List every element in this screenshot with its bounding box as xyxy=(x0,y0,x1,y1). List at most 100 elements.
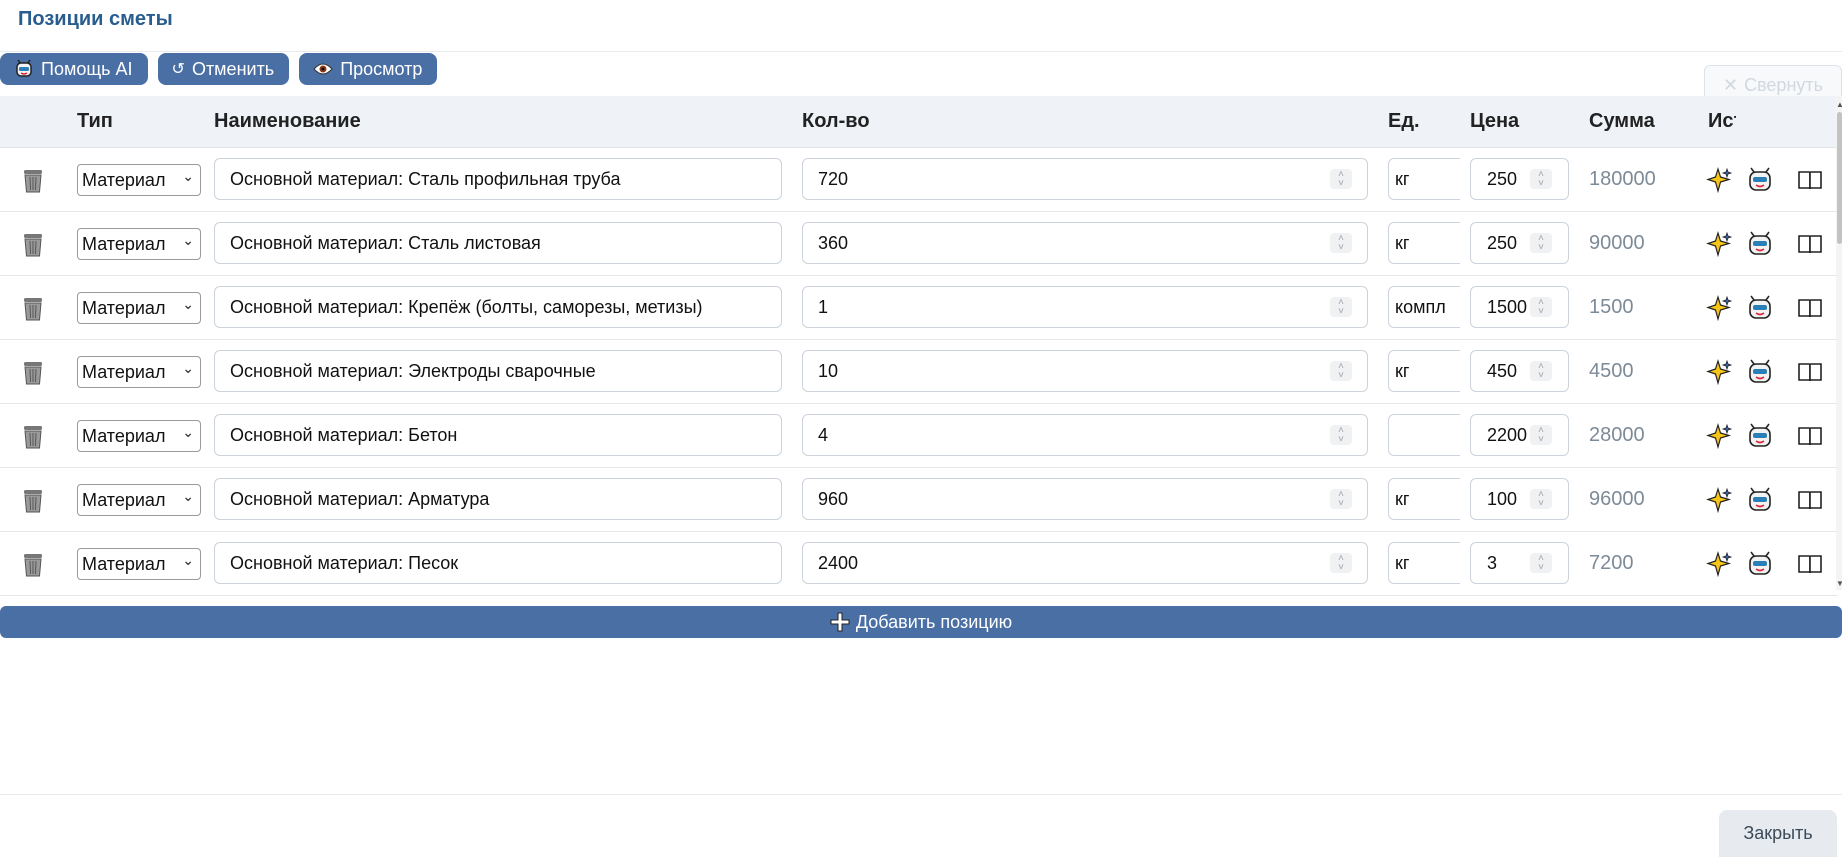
robot-icon[interactable] xyxy=(1746,358,1774,386)
qty-spinner[interactable]: ˄ ˅ xyxy=(1330,297,1352,317)
ai-help-button[interactable]: Помощь AI xyxy=(0,53,148,85)
trash-icon[interactable] xyxy=(21,232,45,258)
title-divider xyxy=(0,51,1842,52)
robot-icon[interactable] xyxy=(1746,422,1774,450)
chevron-down-icon: ⌄ xyxy=(182,488,194,504)
name-input[interactable]: Основной материал: Электроды сварочные xyxy=(214,350,782,392)
collapse-label: Свернуть xyxy=(1744,74,1824,95)
unit-input[interactable]: кг xyxy=(1388,222,1460,264)
chevron-down-icon: ⌄ xyxy=(182,232,194,248)
name-input[interactable]: Основной материал: Сталь профильная труб… xyxy=(214,158,782,200)
qty-spinner[interactable]: ˄ ˅ xyxy=(1330,169,1352,189)
price-input[interactable]: 2200 xyxy=(1470,414,1569,456)
robot-icon[interactable] xyxy=(1746,294,1774,322)
price-spinner[interactable]: ˄ ˅ xyxy=(1530,169,1552,189)
unit-input[interactable] xyxy=(1388,414,1460,456)
type-select[interactable]: Материал ⌄ xyxy=(77,548,201,580)
qty-spinner[interactable]: ˄ ˅ xyxy=(1330,425,1352,445)
trash-icon[interactable] xyxy=(21,488,45,514)
row-sum: 7200 xyxy=(1589,552,1634,574)
price-spinner[interactable]: ˄ ˅ xyxy=(1530,553,1552,573)
scroll-up-icon[interactable]: ▲ xyxy=(1836,100,1842,109)
type-select[interactable]: Материал ⌄ xyxy=(77,292,201,324)
qty-spinner[interactable]: ˄ ˅ xyxy=(1330,233,1352,253)
price-input[interactable]: 250 xyxy=(1470,158,1569,200)
price-input[interactable]: 1500 xyxy=(1470,286,1569,328)
sparkle-icon[interactable] xyxy=(1706,230,1734,258)
price-input[interactable]: 450 xyxy=(1470,350,1569,392)
price-spinner[interactable]: ˄ ˅ xyxy=(1530,361,1552,381)
price-spinner[interactable]: ˄ ˅ xyxy=(1530,233,1552,253)
book-icon[interactable] xyxy=(1796,486,1824,514)
qty-spinner[interactable]: ˄ ˅ xyxy=(1330,553,1352,573)
row-sum: 180000 xyxy=(1589,168,1656,190)
row-sum: 28000 xyxy=(1589,424,1645,446)
trash-icon[interactable] xyxy=(21,296,45,322)
sparkle-icon[interactable] xyxy=(1706,422,1734,450)
unit-input[interactable]: кг xyxy=(1388,350,1460,392)
book-icon[interactable] xyxy=(1796,294,1824,322)
sparkle-icon[interactable] xyxy=(1706,166,1734,194)
table-row: Материал ⌄ Основной материал: Песок 2400 ˄ ˅ к… xyxy=(0,532,1838,596)
unit-input[interactable]: кг xyxy=(1388,542,1460,584)
name-input[interactable]: Основной материал: Крепёж (болты, саморе… xyxy=(214,286,782,328)
type-select[interactable]: Материал ⌄ xyxy=(77,164,201,196)
name-input[interactable]: Основной материал: Бетон xyxy=(214,414,782,456)
name-input[interactable]: Основной материал: Сталь листовая xyxy=(214,222,782,264)
qty-spinner[interactable]: ˄ ˅ xyxy=(1330,361,1352,381)
column-header-source: Источник xyxy=(1708,110,1736,132)
type-select-value: Материал xyxy=(82,362,166,382)
type-select[interactable]: Материал ⌄ xyxy=(77,228,201,260)
book-icon[interactable] xyxy=(1796,358,1824,386)
price-spinner[interactable]: ˄ ˅ xyxy=(1530,425,1552,445)
robot-icon[interactable] xyxy=(1746,550,1774,578)
sparkle-icon[interactable] xyxy=(1706,550,1734,578)
qty-input[interactable]: 360 xyxy=(802,222,1368,264)
sparkle-icon[interactable] xyxy=(1706,486,1734,514)
book-icon[interactable] xyxy=(1796,422,1824,450)
trash-icon[interactable] xyxy=(21,424,45,450)
price-spinner[interactable]: ˄ ˅ xyxy=(1530,489,1552,509)
type-select[interactable]: Материал ⌄ xyxy=(77,420,201,452)
table-row: Материал ⌄ Основной материал: Бетон 4 ˄ ˅ 2200… xyxy=(0,404,1838,468)
price-spinner[interactable]: ˄ ˅ xyxy=(1530,297,1552,317)
qty-input[interactable]: 720 xyxy=(802,158,1368,200)
undo-button[interactable]: ↺ Отменить xyxy=(157,53,290,85)
add-position-button[interactable]: Добавить позицию xyxy=(0,606,1842,638)
sparkle-icon[interactable] xyxy=(1706,294,1734,322)
preview-button[interactable]: Просмотр xyxy=(299,53,438,85)
scrollbar-thumb[interactable] xyxy=(1837,112,1842,244)
type-select[interactable]: Материал ⌄ xyxy=(77,356,201,388)
sparkle-icon[interactable] xyxy=(1706,358,1734,386)
unit-input[interactable]: кг xyxy=(1388,478,1460,520)
book-icon[interactable] xyxy=(1796,230,1824,258)
qty-input[interactable]: 10 xyxy=(802,350,1368,392)
close-button[interactable]: Закрыть xyxy=(1719,810,1837,857)
robot-icon[interactable] xyxy=(1746,486,1774,514)
scroll-down-icon[interactable]: ▼ xyxy=(1836,579,1842,588)
qty-input[interactable]: 2400 xyxy=(802,542,1368,584)
unit-input[interactable]: кг xyxy=(1388,158,1460,200)
trash-icon[interactable] xyxy=(21,552,45,578)
undo-icon: ↺ xyxy=(171,61,185,78)
qty-spinner[interactable]: ˄ ˅ xyxy=(1330,489,1352,509)
qty-input[interactable]: 4 xyxy=(802,414,1368,456)
price-input[interactable]: 250 xyxy=(1470,222,1569,264)
name-input[interactable]: Основной материал: Арматура xyxy=(214,478,782,520)
qty-input[interactable]: 1 xyxy=(802,286,1368,328)
table-row: Материал ⌄ Основной материал: Сталь листов… xyxy=(0,212,1838,276)
close-icon: ✕ xyxy=(1722,74,1739,95)
unit-input[interactable]: компл xyxy=(1388,286,1460,328)
price-input[interactable]: 100 xyxy=(1470,478,1569,520)
robot-icon[interactable] xyxy=(1746,166,1774,194)
trash-icon[interactable] xyxy=(21,168,45,194)
table-row: Материал ⌄ Основной материал: Арматура 960 ˄… xyxy=(0,468,1838,532)
trash-icon[interactable] xyxy=(21,360,45,386)
name-input[interactable]: Основной материал: Песок xyxy=(214,542,782,584)
price-input[interactable]: 3 xyxy=(1470,542,1569,584)
qty-input[interactable]: 960 xyxy=(802,478,1368,520)
book-icon[interactable] xyxy=(1796,550,1824,578)
type-select[interactable]: Материал ⌄ xyxy=(77,484,201,516)
book-icon[interactable] xyxy=(1796,166,1824,194)
robot-icon[interactable] xyxy=(1746,230,1774,258)
